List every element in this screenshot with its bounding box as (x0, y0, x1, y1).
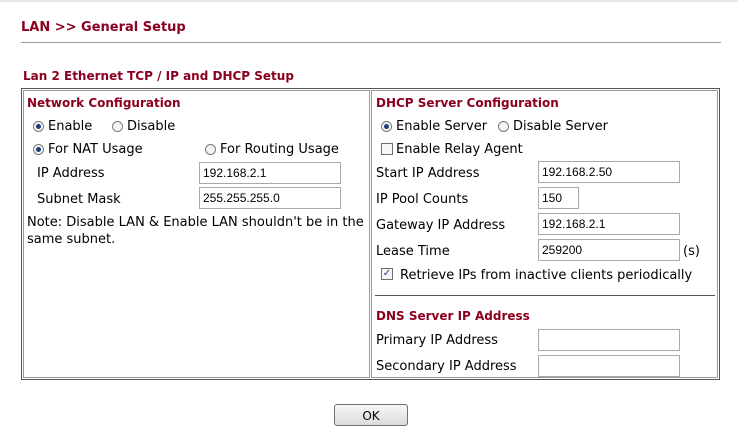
disable-server-radio[interactable] (498, 121, 509, 132)
routing-usage-radio[interactable] (205, 144, 216, 155)
ip-address-input[interactable] (199, 162, 341, 184)
enable-server-radio[interactable] (381, 121, 392, 132)
subnet-mask-label: Subnet Mask (37, 192, 121, 207)
disable-radio[interactable] (112, 121, 123, 132)
retrieve-ips-checkbox[interactable]: ✓ (381, 268, 393, 280)
dhcp-config-heading: DHCP Server Configuration (376, 96, 559, 110)
section-title: Lan 2 Ethernet TCP / IP and DHCP Setup (23, 69, 294, 83)
start-ip-input[interactable] (538, 161, 680, 183)
secondary-dns-label: Secondary IP Address (376, 359, 517, 374)
pool-counts-label: IP Pool Counts (376, 192, 469, 207)
gateway-ip-label: Gateway IP Address (376, 218, 506, 233)
lease-time-input[interactable] (538, 239, 680, 261)
lease-time-label: Lease Time (376, 244, 450, 259)
ok-button[interactable]: OK (334, 404, 408, 426)
dns-divider (375, 295, 715, 296)
gateway-ip-input[interactable] (538, 213, 680, 235)
nat-usage-label: For NAT Usage (48, 142, 143, 157)
ip-address-label: IP Address (37, 166, 105, 181)
lease-unit-label: (s) (683, 244, 700, 259)
subnet-mask-input[interactable] (199, 187, 341, 209)
primary-dns-input[interactable] (538, 329, 680, 351)
disable-label: Disable (127, 119, 176, 134)
page-title: LAN >> General Setup (21, 20, 186, 35)
top-border (0, 0, 738, 2)
title-divider (21, 42, 721, 43)
network-config-heading: Network Configuration (27, 96, 181, 110)
relay-agent-label: Enable Relay Agent (396, 142, 523, 157)
nat-usage-radio[interactable] (33, 144, 44, 155)
disable-server-label: Disable Server (513, 119, 608, 134)
subnet-note: Note: Disable LAN & Enable LAN shouldn't… (27, 215, 364, 247)
enable-server-label: Enable Server (396, 119, 488, 134)
start-ip-label: Start IP Address (376, 166, 480, 181)
enable-label: Enable (48, 119, 93, 134)
retrieve-ips-label: Retrieve IPs from inactive clients perio… (400, 268, 693, 283)
pool-counts-input[interactable] (538, 187, 579, 209)
primary-dns-label: Primary IP Address (376, 333, 498, 348)
relay-agent-checkbox[interactable] (381, 143, 393, 155)
secondary-dns-input[interactable] (538, 355, 680, 377)
routing-usage-label: For Routing Usage (220, 142, 339, 157)
dns-heading: DNS Server IP Address (376, 309, 530, 323)
enable-radio[interactable] (33, 121, 44, 132)
